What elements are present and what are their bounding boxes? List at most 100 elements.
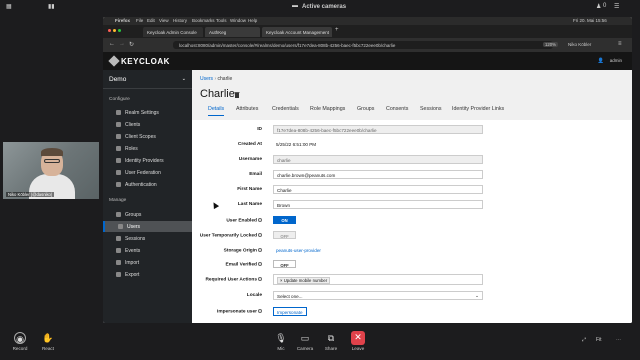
breadcrumb: Users › charlie xyxy=(200,76,233,82)
clock-icon xyxy=(116,236,121,241)
user-enabled-toggle[interactable]: ON xyxy=(273,216,296,224)
window-minimize-icon[interactable] xyxy=(113,29,116,32)
sidebar-item-groups[interactable]: Groups xyxy=(103,209,192,220)
hand-icon: ✋ xyxy=(42,333,54,343)
back-icon[interactable]: ← xyxy=(109,41,115,47)
username-field: charlie xyxy=(273,155,483,164)
tab-details[interactable]: Details xyxy=(208,106,225,116)
temp-locked-toggle: OFF xyxy=(273,231,296,239)
address-bar[interactable]: localhost:8080/admin/master/console/#/re… xyxy=(173,41,553,49)
desktop-icon xyxy=(116,134,121,139)
required-actions-field[interactable]: × Update mobile number xyxy=(273,274,483,285)
tab-sessions[interactable]: Sessions xyxy=(420,106,442,112)
browser-tab-authkeg[interactable]: AuthKeg xyxy=(205,27,260,37)
reload-icon[interactable]: ↻ xyxy=(129,41,134,48)
window-close-icon[interactable] xyxy=(108,29,111,32)
meeting-controls: ◉ Record ✋ React 🎙 Mic ▭ Camera ⧉ Share … xyxy=(0,326,640,360)
share-label: Share xyxy=(324,346,338,351)
camera-icon: ▬ xyxy=(292,3,298,9)
menu-file[interactable]: File xyxy=(136,18,143,23)
menu-edit[interactable]: Edit xyxy=(147,18,155,23)
tab-credentials[interactable]: Credentials xyxy=(272,106,299,112)
sidebar-item-events[interactable]: Events xyxy=(103,245,192,256)
sidebar-item-roles[interactable]: Roles xyxy=(103,143,192,154)
record-icon: ◉ xyxy=(14,332,26,344)
menu-help[interactable]: Help xyxy=(248,18,257,23)
last-name-field[interactable]: Brown xyxy=(273,200,483,209)
users-icon xyxy=(116,212,121,217)
id-field: f17e7dea-808b-4256-baec-f5bc722eee0b/cha… xyxy=(273,125,483,134)
tab-identity-provider-links[interactable]: Identity Provider Links xyxy=(452,106,504,112)
first-name-field[interactable]: Charlie xyxy=(273,185,483,194)
menu-bookmarks[interactable]: Bookmarks xyxy=(192,18,215,23)
layout-fit[interactable]: Fit xyxy=(596,337,602,343)
sidebar-item-import[interactable]: Import xyxy=(103,257,192,268)
share-screen-icon: ⧉ xyxy=(327,333,335,343)
record-button[interactable]: ◉ Record xyxy=(6,326,34,351)
help-icon[interactable] xyxy=(258,262,262,266)
browser-tab-account[interactable]: Keycloak Account Management xyxy=(262,27,332,37)
user-details-form: ID f17e7dea-808b-4256-baec-f5bc722eee0b/… xyxy=(192,120,632,323)
tab-consents[interactable]: Consents xyxy=(386,106,408,112)
tab-attributes[interactable]: Attributes xyxy=(236,106,258,112)
more-icon[interactable]: ⋯ xyxy=(616,337,621,343)
forward-icon[interactable]: → xyxy=(119,41,125,47)
sidebar-section-configure: Configure xyxy=(109,97,130,102)
camera-button[interactable]: ▭ Camera xyxy=(291,326,319,351)
react-button[interactable]: ✋ React xyxy=(34,326,62,351)
help-icon[interactable] xyxy=(258,248,262,252)
help-icon[interactable] xyxy=(258,277,262,281)
admin-user-menu[interactable]: admin xyxy=(610,58,622,63)
breadcrumb-users[interactable]: Users xyxy=(200,76,213,82)
user-icon: 👤 xyxy=(597,58,604,64)
browser-tab-bar: Keycloak Admin Console AuthKeg Keycloak … xyxy=(103,25,632,38)
sidebar-item-users[interactable]: Users xyxy=(103,221,192,232)
required-action-chip[interactable]: × Update mobile number xyxy=(277,276,331,284)
tab-role-mappings[interactable]: Role Mappings xyxy=(310,106,345,112)
fullscreen-icon[interactable]: ⤢ xyxy=(582,337,586,343)
tab-groups[interactable]: Groups xyxy=(357,106,374,112)
sidebar-item-export[interactable]: Export xyxy=(103,269,192,280)
browser-tab-admin-console[interactable]: Keycloak Admin Console xyxy=(143,27,203,37)
database-icon xyxy=(116,170,121,175)
menu-app[interactable]: Firefox xyxy=(115,18,130,23)
sidebar-item-realm-settings[interactable]: Realm Settings xyxy=(103,107,192,118)
sidebar-item-sessions[interactable]: Sessions xyxy=(103,233,192,244)
menu-history[interactable]: History xyxy=(173,18,187,23)
share-button[interactable]: ⧉ Share xyxy=(317,326,345,351)
notifications-icon[interactable]: ♟ xyxy=(596,3,601,10)
person-hair xyxy=(41,148,63,156)
browser-profile[interactable]: Niko Köbler xyxy=(568,42,591,47)
email-verified-toggle[interactable]: OFF xyxy=(273,260,296,268)
camera-label: Camera xyxy=(296,346,314,351)
sidebar-item-authentication[interactable]: Authentication xyxy=(103,179,192,190)
browser-menu-icon[interactable]: ≡ xyxy=(618,41,622,47)
window-zoom-icon[interactable] xyxy=(118,29,121,32)
meeting-title: Active cameras xyxy=(302,4,347,10)
sidebar-item-client-scopes[interactable]: Client Scopes xyxy=(103,131,192,142)
locale-label: Locale xyxy=(246,293,262,298)
sidebar-item-clients[interactable]: Clients xyxy=(103,119,192,130)
impersonate-button[interactable]: Impersonate xyxy=(273,307,307,316)
realm-selector[interactable]: Demo ⌄ xyxy=(103,70,192,89)
menu-window[interactable]: Window xyxy=(230,18,246,23)
grid-icon[interactable]: ▦ xyxy=(6,3,12,10)
storage-origin-link[interactable]: peanuts-user-provider xyxy=(273,246,483,255)
sidebar-item-user-federation[interactable]: User Federation xyxy=(103,167,192,178)
chevron-down-icon: ⌄ xyxy=(181,76,186,82)
leave-button[interactable]: ✕ Leave xyxy=(344,326,372,351)
zoom-level[interactable]: 120% xyxy=(543,42,558,47)
keycloak-logo: KEYCLOAK xyxy=(121,57,170,66)
new-tab-icon[interactable]: + xyxy=(335,27,339,33)
sidebar-item-identity-providers[interactable]: Identity Providers xyxy=(103,155,192,166)
browser-toolbar: ← → ↻ localhost:8080/admin/master/consol… xyxy=(103,38,632,52)
help-icon[interactable] xyxy=(258,233,262,237)
help-icon[interactable] xyxy=(258,309,262,313)
menu-view[interactable]: View xyxy=(159,18,169,23)
menu-tools[interactable]: Tools xyxy=(216,18,227,23)
email-field[interactable]: charlie.brown@peanuts.com xyxy=(273,170,483,179)
locale-select[interactable]: Select one... ⌄ xyxy=(273,291,483,300)
trash-icon[interactable] xyxy=(234,91,240,98)
participants-icon[interactable]: ☰ xyxy=(614,3,619,10)
help-icon[interactable] xyxy=(258,218,262,222)
